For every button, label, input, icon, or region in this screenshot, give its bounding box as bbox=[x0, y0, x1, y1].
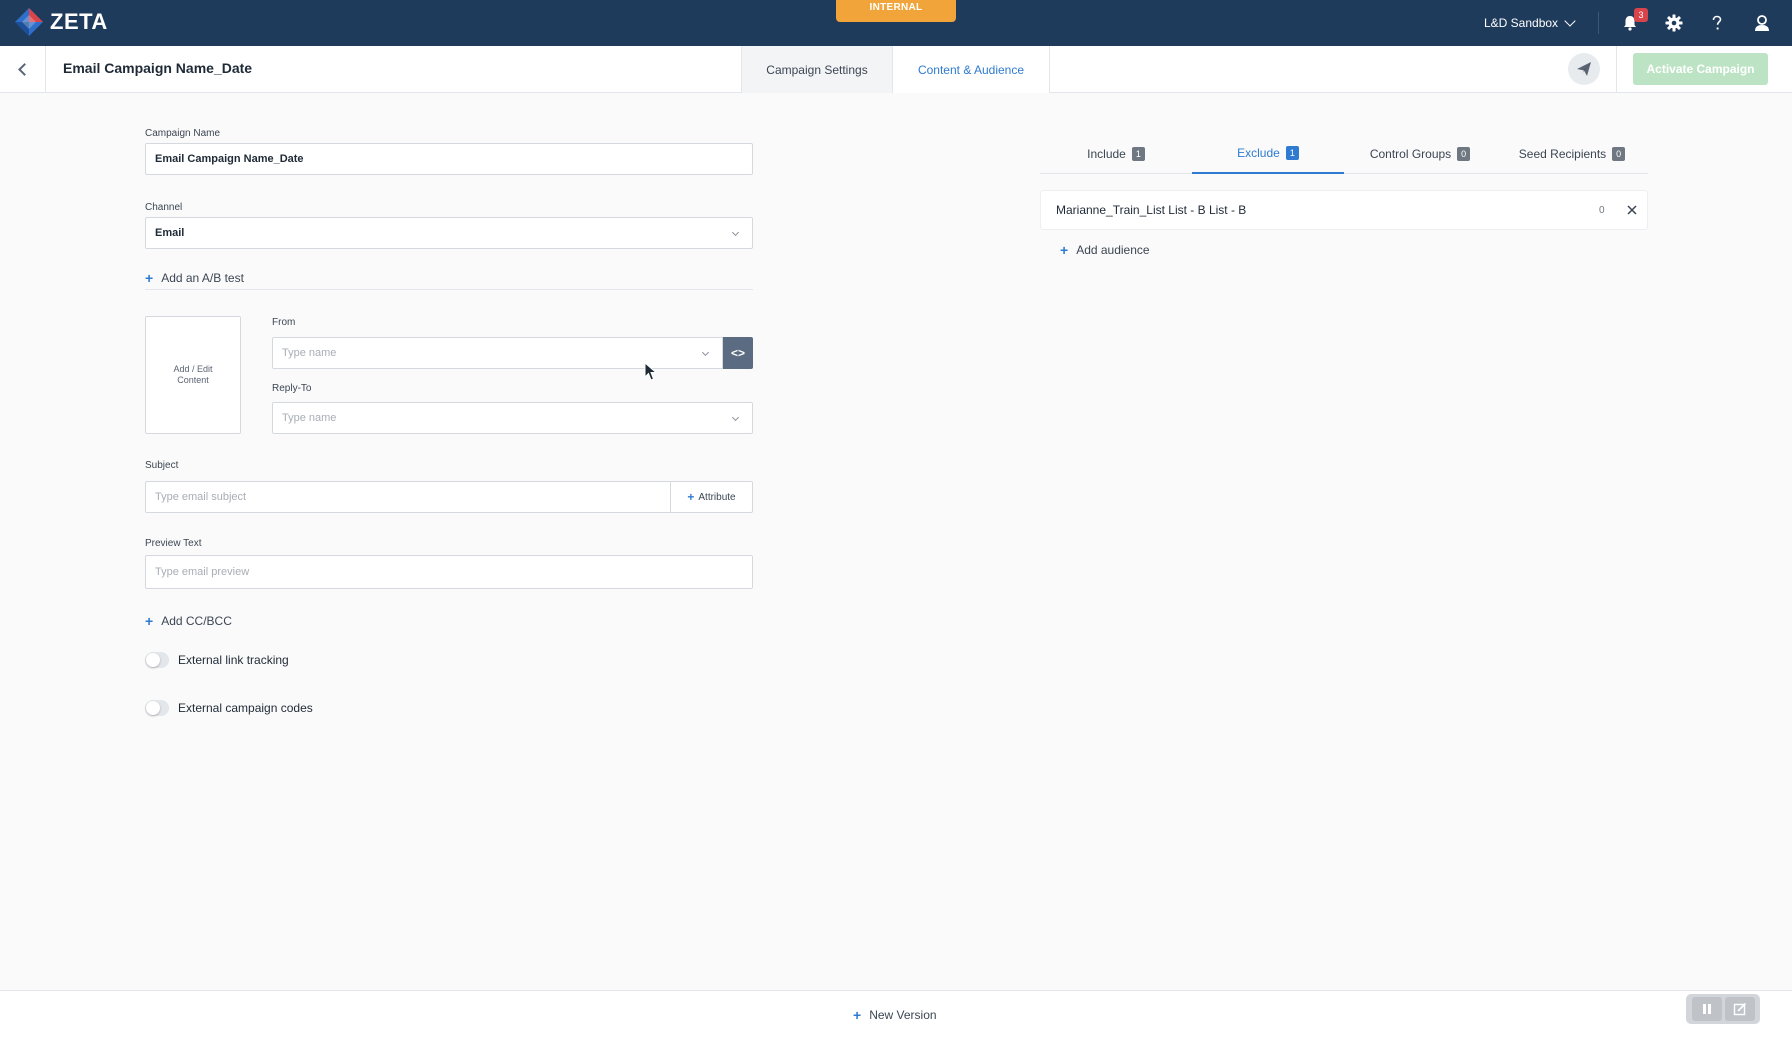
add-cc-bcc-label: Add CC/BCC bbox=[161, 614, 232, 628]
preview-text-label: Preview Text bbox=[145, 538, 202, 549]
divider bbox=[145, 289, 753, 290]
tab-exclude[interactable]: Exclude 1 bbox=[1192, 133, 1344, 174]
internal-badge: INTERNAL bbox=[836, 0, 956, 22]
plus-icon: + bbox=[1060, 242, 1069, 258]
footer-bar: + New Version bbox=[0, 990, 1792, 1038]
plus-icon: + bbox=[687, 490, 695, 504]
edit-icon bbox=[1733, 1002, 1746, 1016]
user-icon bbox=[1755, 15, 1769, 31]
paper-plane-icon bbox=[1577, 62, 1591, 76]
page-title: Email Campaign Name_Date bbox=[63, 60, 253, 76]
reply-to-label: Reply-To bbox=[272, 383, 312, 394]
chevron-left-icon bbox=[17, 62, 31, 76]
profile-button[interactable] bbox=[1750, 11, 1774, 35]
external-link-tracking-label: External link tracking bbox=[178, 653, 289, 667]
plus-icon: + bbox=[853, 1007, 862, 1023]
channel-select[interactable]: Email bbox=[145, 217, 753, 249]
plus-icon: + bbox=[145, 270, 154, 286]
from-placeholder: Type name bbox=[282, 347, 337, 359]
pause-icon bbox=[1702, 1004, 1711, 1014]
tab-content-audience[interactable]: Content & Audience bbox=[892, 46, 1050, 93]
chevron-down-icon bbox=[731, 413, 740, 422]
channel-value: Email bbox=[155, 227, 185, 239]
tab-control-groups[interactable]: Control Groups 0 bbox=[1344, 133, 1496, 174]
tab-exclude-label: Exclude bbox=[1237, 145, 1280, 160]
add-ab-test-label: Add an A/B test bbox=[161, 271, 244, 285]
tab-include[interactable]: Include 1 bbox=[1040, 133, 1192, 174]
workspace-label: L&D Sandbox bbox=[1484, 16, 1559, 30]
logo-text: ZETA bbox=[50, 9, 108, 34]
remove-audience-button[interactable] bbox=[1623, 201, 1641, 219]
code-toggle-button[interactable]: <> bbox=[723, 337, 753, 369]
insert-attribute-button[interactable]: + Attribute bbox=[670, 481, 752, 513]
add-edit-content-label: Add / Edit Content bbox=[173, 364, 213, 385]
pause-button[interactable] bbox=[1691, 997, 1722, 1021]
from-label: From bbox=[272, 317, 296, 328]
campaign-name-label: Campaign Name bbox=[145, 128, 221, 139]
gear-icon bbox=[1665, 14, 1683, 32]
campaign-name-input[interactable]: Email Campaign Name_Date bbox=[145, 143, 753, 175]
attribute-label: Attribute bbox=[698, 491, 736, 503]
zeta-logo[interactable]: ZETA bbox=[14, 7, 108, 37]
header-divider bbox=[1616, 46, 1617, 93]
external-campaign-codes-row: External campaign codes bbox=[145, 700, 313, 716]
workspace-selector[interactable]: L&D Sandbox bbox=[1484, 13, 1576, 33]
campaign-header: Email Campaign Name_Date Campaign Settin… bbox=[0, 46, 1792, 93]
plus-icon: + bbox=[145, 613, 154, 629]
external-campaign-codes-label: External campaign codes bbox=[178, 701, 313, 715]
chevron-down-icon bbox=[701, 348, 710, 357]
zeta-logo-icon bbox=[15, 8, 43, 36]
help-button[interactable] bbox=[1705, 11, 1729, 35]
chevron-down-icon bbox=[1564, 15, 1576, 27]
notification-count-badge: 3 bbox=[1634, 8, 1648, 22]
preview-text-placeholder: Type email preview bbox=[155, 566, 250, 578]
new-version-label: New Version bbox=[869, 1008, 937, 1022]
add-cc-bcc-link[interactable]: + Add CC/BCC bbox=[145, 614, 232, 628]
include-count-badge: 1 bbox=[1131, 146, 1145, 161]
chevron-down-icon bbox=[731, 228, 740, 237]
tab-include-label: Include bbox=[1087, 146, 1126, 161]
control-groups-count-badge: 0 bbox=[1457, 146, 1471, 161]
code-brackets-icon: <> bbox=[730, 346, 745, 360]
audience-count: 0 bbox=[1599, 205, 1605, 216]
external-link-tracking-row: External link tracking bbox=[145, 652, 289, 668]
tab-control-groups-label: Control Groups bbox=[1369, 146, 1452, 161]
settings-button[interactable] bbox=[1662, 11, 1686, 35]
send-test-button[interactable] bbox=[1568, 53, 1600, 85]
close-icon bbox=[1627, 205, 1637, 215]
reply-to-input[interactable]: Type name bbox=[272, 402, 753, 434]
top-nav: ZETA INTERNAL L&D Sandbox 3 bbox=[0, 0, 1792, 46]
audience-name: Marianne_Train_List List - B List - B bbox=[1056, 203, 1247, 217]
audience-tabs: Include 1 Exclude 1 Control Groups 0 See… bbox=[1040, 133, 1648, 174]
subject-placeholder: Type email subject bbox=[155, 491, 247, 503]
add-edit-content-box[interactable]: Add / Edit Content bbox=[145, 316, 241, 434]
channel-label: Channel bbox=[145, 202, 183, 213]
tab-seed-recipients-label: Seed Recipients bbox=[1518, 146, 1607, 161]
exclude-count-badge: 1 bbox=[1285, 145, 1299, 160]
edit-button[interactable] bbox=[1724, 997, 1755, 1021]
back-button[interactable] bbox=[0, 46, 46, 92]
tab-campaign-settings[interactable]: Campaign Settings bbox=[741, 46, 892, 93]
seed-recipients-count-badge: 0 bbox=[1612, 146, 1626, 161]
external-campaign-codes-toggle[interactable] bbox=[145, 700, 169, 716]
tab-seed-recipients[interactable]: Seed Recipients 0 bbox=[1496, 133, 1648, 174]
nav-divider bbox=[1598, 12, 1599, 34]
recording-controls bbox=[1686, 994, 1760, 1024]
add-ab-test-link[interactable]: + Add an A/B test bbox=[145, 271, 244, 285]
new-version-button[interactable]: + New Version bbox=[853, 1008, 937, 1022]
add-audience-label: Add audience bbox=[1076, 243, 1150, 257]
subject-label: Subject bbox=[145, 460, 179, 471]
mouse-cursor-icon bbox=[644, 362, 658, 381]
external-link-tracking-toggle[interactable] bbox=[145, 652, 169, 668]
reply-to-placeholder: Type name bbox=[282, 412, 337, 424]
activate-campaign-button[interactable]: Activate Campaign bbox=[1633, 53, 1768, 85]
preview-text-input[interactable]: Type email preview bbox=[145, 555, 753, 589]
help-icon bbox=[1712, 15, 1722, 30]
campaign-name-value: Email Campaign Name_Date bbox=[155, 153, 304, 165]
list-item: Marianne_Train_List List - B List - B 0 bbox=[1040, 190, 1648, 230]
add-audience-link[interactable]: + Add audience bbox=[1060, 243, 1150, 257]
subject-input[interactable]: Type email subject + Attribute bbox=[145, 481, 753, 513]
